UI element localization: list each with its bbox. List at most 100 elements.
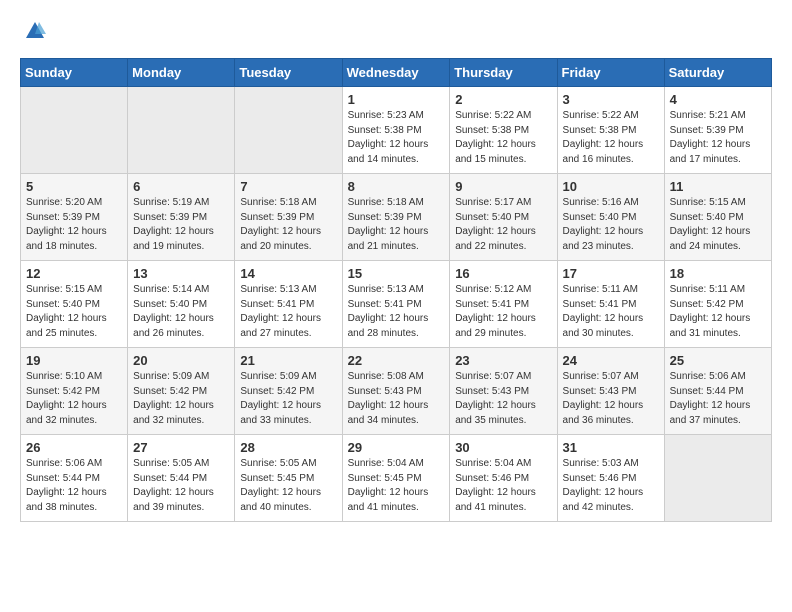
- day-info: Sunrise: 5:10 AM Sunset: 5:42 PM Dayligh…: [26, 370, 122, 428]
- calendar-day-16: 16 Sunrise: 5:12 AM Sunset: 5:41 PM Dayli…: [450, 261, 557, 348]
- day-info: Sunrise: 5:11 AM Sunset: 5:41 PM Dayligh…: [563, 283, 659, 341]
- day-number: 21: [240, 353, 336, 368]
- day-info: Sunrise: 5:21 AM Sunset: 5:39 PM Dayligh…: [670, 109, 766, 167]
- day-info: Sunrise: 5:07 AM Sunset: 5:43 PM Dayligh…: [563, 370, 659, 428]
- empty-cell: [664, 435, 771, 522]
- day-number: 3: [563, 92, 659, 107]
- calendar-day-26: 26Sunrise: 5:06 AM Sunset: 5:44 PM Dayli…: [21, 435, 128, 522]
- calendar-day-10: 10 Sunrise: 5:16 AM Sunset: 5:40 PM Dayli…: [557, 174, 664, 261]
- day-number: 24: [563, 353, 659, 368]
- day-number: 13: [133, 266, 229, 281]
- day-info: Sunrise: 5:05 AM Sunset: 5:45 PM Dayligh…: [240, 457, 336, 515]
- calendar-header-row: SundayMondayTuesdayWednesdayThursdayFrid…: [21, 59, 772, 87]
- calendar-day-18: 18 Sunrise: 5:11 AM Sunset: 5:42 PM Dayli…: [664, 261, 771, 348]
- col-header-wednesday: Wednesday: [342, 59, 450, 87]
- col-header-thursday: Thursday: [450, 59, 557, 87]
- day-info: Sunrise: 5:14 AM Sunset: 5:40 PM Dayligh…: [133, 283, 229, 341]
- day-info: Sunrise: 5:22 AM Sunset: 5:38 PM Dayligh…: [455, 109, 551, 167]
- day-info: Sunrise: 5:09 AM Sunset: 5:42 PM Dayligh…: [240, 370, 336, 428]
- day-number: 6: [133, 179, 229, 194]
- col-header-sunday: Sunday: [21, 59, 128, 87]
- day-info: Sunrise: 5:06 AM Sunset: 5:44 PM Dayligh…: [670, 370, 766, 428]
- day-number: 30: [455, 440, 551, 455]
- day-info: Sunrise: 5:12 AM Sunset: 5:41 PM Dayligh…: [455, 283, 551, 341]
- day-number: 14: [240, 266, 336, 281]
- day-info: Sunrise: 5:18 AM Sunset: 5:39 PM Dayligh…: [348, 196, 445, 254]
- day-number: 26: [26, 440, 122, 455]
- calendar-week-2: 5 Sunrise: 5:20 AM Sunset: 5:39 PM Daylig…: [21, 174, 772, 261]
- calendar-day-7: 7 Sunrise: 5:18 AM Sunset: 5:39 PM Daylig…: [235, 174, 342, 261]
- day-number: 12: [26, 266, 122, 281]
- calendar-day-14: 14 Sunrise: 5:13 AM Sunset: 5:41 PM Dayli…: [235, 261, 342, 348]
- day-number: 22: [348, 353, 445, 368]
- day-number: 7: [240, 179, 336, 194]
- calendar-day-5: 5 Sunrise: 5:20 AM Sunset: 5:39 PM Daylig…: [21, 174, 128, 261]
- calendar-week-3: 12 Sunrise: 5:15 AM Sunset: 5:40 PM Dayli…: [21, 261, 772, 348]
- day-number: 31: [563, 440, 659, 455]
- calendar-day-23: 23 Sunrise: 5:07 AM Sunset: 5:43 PM Dayli…: [450, 348, 557, 435]
- day-info: Sunrise: 5:04 AM Sunset: 5:45 PM Dayligh…: [348, 457, 445, 515]
- col-header-friday: Friday: [557, 59, 664, 87]
- col-header-saturday: Saturday: [664, 59, 771, 87]
- calendar-day-30: 30 Sunrise: 5:04 AM Sunset: 5:46 PM Dayli…: [450, 435, 557, 522]
- calendar-week-4: 19Sunrise: 5:10 AM Sunset: 5:42 PM Dayli…: [21, 348, 772, 435]
- calendar-week-5: 26Sunrise: 5:06 AM Sunset: 5:44 PM Dayli…: [21, 435, 772, 522]
- day-info: Sunrise: 5:23 AM Sunset: 5:38 PM Dayligh…: [348, 109, 445, 167]
- day-info: Sunrise: 5:09 AM Sunset: 5:42 PM Dayligh…: [133, 370, 229, 428]
- calendar-table: SundayMondayTuesdayWednesdayThursdayFrid…: [20, 58, 772, 522]
- calendar-day-21: 21 Sunrise: 5:09 AM Sunset: 5:42 PM Dayli…: [235, 348, 342, 435]
- day-info: Sunrise: 5:15 AM Sunset: 5:40 PM Dayligh…: [26, 283, 122, 341]
- day-number: 27: [133, 440, 229, 455]
- col-header-tuesday: Tuesday: [235, 59, 342, 87]
- day-info: Sunrise: 5:13 AM Sunset: 5:41 PM Dayligh…: [348, 283, 445, 341]
- day-info: Sunrise: 5:11 AM Sunset: 5:42 PM Dayligh…: [670, 283, 766, 341]
- calendar-day-29: 29Sunrise: 5:04 AM Sunset: 5:45 PM Dayli…: [342, 435, 450, 522]
- calendar-day-24: 24 Sunrise: 5:07 AM Sunset: 5:43 PM Dayli…: [557, 348, 664, 435]
- calendar-day-9: 9 Sunrise: 5:17 AM Sunset: 5:40 PM Daylig…: [450, 174, 557, 261]
- calendar-day-17: 17 Sunrise: 5:11 AM Sunset: 5:41 PM Dayli…: [557, 261, 664, 348]
- calendar-day-25: 25 Sunrise: 5:06 AM Sunset: 5:44 PM Dayli…: [664, 348, 771, 435]
- calendar-day-22: 22 Sunrise: 5:08 AM Sunset: 5:43 PM Dayli…: [342, 348, 450, 435]
- day-number: 20: [133, 353, 229, 368]
- day-info: Sunrise: 5:16 AM Sunset: 5:40 PM Dayligh…: [563, 196, 659, 254]
- calendar-day-20: 20 Sunrise: 5:09 AM Sunset: 5:42 PM Dayli…: [128, 348, 235, 435]
- calendar-day-27: 27 Sunrise: 5:05 AM Sunset: 5:44 PM Dayli…: [128, 435, 235, 522]
- calendar-day-31: 31 Sunrise: 5:03 AM Sunset: 5:46 PM Dayli…: [557, 435, 664, 522]
- day-info: Sunrise: 5:20 AM Sunset: 5:39 PM Dayligh…: [26, 196, 122, 254]
- day-number: 16: [455, 266, 551, 281]
- day-number: 18: [670, 266, 766, 281]
- day-number: 10: [563, 179, 659, 194]
- day-number: 23: [455, 353, 551, 368]
- day-number: 5: [26, 179, 122, 194]
- day-number: 17: [563, 266, 659, 281]
- day-info: Sunrise: 5:03 AM Sunset: 5:46 PM Dayligh…: [563, 457, 659, 515]
- day-info: Sunrise: 5:18 AM Sunset: 5:39 PM Dayligh…: [240, 196, 336, 254]
- logo: [20, 20, 46, 42]
- day-info: Sunrise: 5:15 AM Sunset: 5:40 PM Dayligh…: [670, 196, 766, 254]
- calendar-day-2: 2 Sunrise: 5:22 AM Sunset: 5:38 PM Daylig…: [450, 87, 557, 174]
- day-info: Sunrise: 5:17 AM Sunset: 5:40 PM Dayligh…: [455, 196, 551, 254]
- day-number: 9: [455, 179, 551, 194]
- day-info: Sunrise: 5:04 AM Sunset: 5:46 PM Dayligh…: [455, 457, 551, 515]
- day-number: 4: [670, 92, 766, 107]
- day-number: 2: [455, 92, 551, 107]
- calendar-week-1: 1 Sunrise: 5:23 AM Sunset: 5:38 PM Daylig…: [21, 87, 772, 174]
- day-number: 8: [348, 179, 445, 194]
- day-number: 1: [348, 92, 445, 107]
- empty-cell: [128, 87, 235, 174]
- day-number: 15: [348, 266, 445, 281]
- day-info: Sunrise: 5:13 AM Sunset: 5:41 PM Dayligh…: [240, 283, 336, 341]
- calendar-day-15: 15 Sunrise: 5:13 AM Sunset: 5:41 PM Dayli…: [342, 261, 450, 348]
- day-info: Sunrise: 5:08 AM Sunset: 5:43 PM Dayligh…: [348, 370, 445, 428]
- day-info: Sunrise: 5:05 AM Sunset: 5:44 PM Dayligh…: [133, 457, 229, 515]
- calendar-day-11: 11Sunrise: 5:15 AM Sunset: 5:40 PM Dayli…: [664, 174, 771, 261]
- calendar-day-13: 13 Sunrise: 5:14 AM Sunset: 5:40 PM Dayli…: [128, 261, 235, 348]
- calendar-day-4: 4 Sunrise: 5:21 AM Sunset: 5:39 PM Daylig…: [664, 87, 771, 174]
- day-info: Sunrise: 5:07 AM Sunset: 5:43 PM Dayligh…: [455, 370, 551, 428]
- empty-cell: [235, 87, 342, 174]
- calendar-day-8: 8 Sunrise: 5:18 AM Sunset: 5:39 PM Daylig…: [342, 174, 450, 261]
- page-header: [20, 20, 772, 42]
- day-number: 25: [670, 353, 766, 368]
- empty-cell: [21, 87, 128, 174]
- calendar-day-19: 19Sunrise: 5:10 AM Sunset: 5:42 PM Dayli…: [21, 348, 128, 435]
